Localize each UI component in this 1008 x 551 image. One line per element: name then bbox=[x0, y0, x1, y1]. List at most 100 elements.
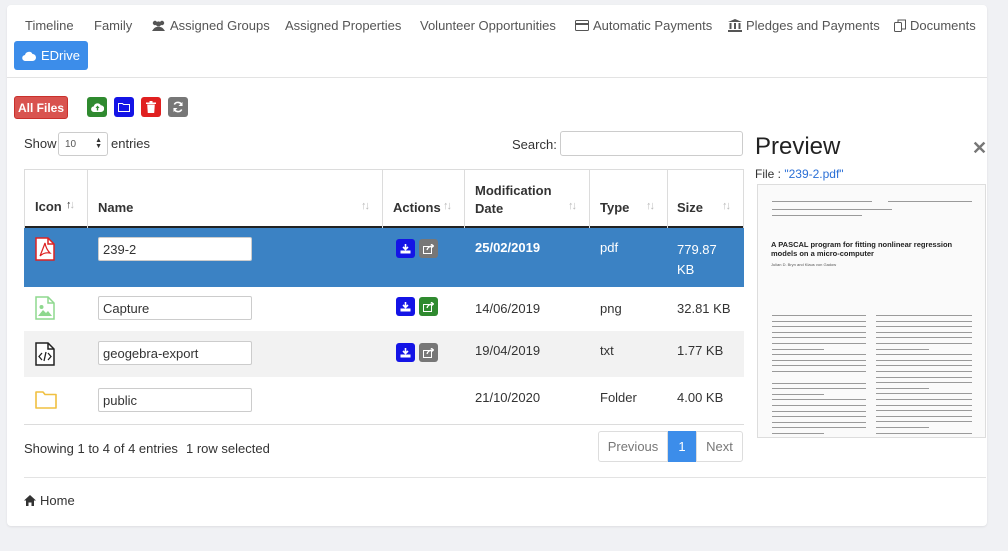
doc-line bbox=[876, 427, 929, 428]
doc-line bbox=[876, 315, 972, 316]
date-cell: 19/04/2019 bbox=[475, 343, 541, 358]
file-link[interactable]: "239-2.pdf" bbox=[784, 167, 843, 181]
table-row[interactable]: geogebra-export 19/04/2019 txt 1.77 KB bbox=[24, 331, 744, 377]
previous-button[interactable]: Previous bbox=[598, 431, 668, 462]
type-cell: png bbox=[600, 301, 622, 316]
close-icon[interactable]: ✕ bbox=[972, 138, 987, 159]
tab-assigned-properties[interactable]: Assigned Properties bbox=[285, 18, 401, 33]
table-border bbox=[24, 424, 744, 425]
download-button[interactable] bbox=[396, 343, 415, 362]
header-name[interactable]: Name bbox=[98, 200, 133, 215]
tab-automatic-payments[interactable]: Automatic Payments bbox=[575, 18, 712, 33]
tab-family[interactable]: Family bbox=[94, 18, 132, 33]
upload-button[interactable] bbox=[87, 97, 107, 117]
doc-line bbox=[876, 410, 972, 412]
name-input[interactable]: 239-2 bbox=[98, 237, 252, 261]
doc-line bbox=[772, 365, 866, 367]
download-icon bbox=[400, 347, 411, 357]
share-button[interactable] bbox=[419, 239, 438, 258]
doc-line bbox=[876, 326, 972, 328]
download-icon bbox=[400, 243, 411, 253]
home-icon bbox=[24, 495, 36, 506]
refresh-icon bbox=[173, 101, 183, 113]
folder-icon bbox=[35, 391, 57, 409]
sort-icon[interactable]: ↑↓ bbox=[568, 200, 577, 212]
header-type[interactable]: Type bbox=[600, 200, 629, 215]
sort-icon[interactable]: ↑↓ bbox=[443, 200, 452, 212]
preview-file-info: File : "239-2.pdf" bbox=[755, 167, 844, 181]
sort-icon[interactable]: ↑↓ bbox=[646, 200, 655, 212]
doc-line bbox=[772, 382, 866, 384]
tab-documents[interactable]: Documents bbox=[894, 18, 976, 33]
doc-line bbox=[772, 421, 866, 423]
date-cell: 14/06/2019 bbox=[475, 301, 541, 316]
download-button[interactable] bbox=[396, 297, 415, 316]
name-input[interactable]: Capture bbox=[98, 296, 252, 320]
name-input[interactable]: public bbox=[98, 388, 252, 412]
entries-value: 10 bbox=[65, 138, 77, 150]
doc-line bbox=[876, 331, 972, 333]
table-row[interactable]: 239-2 25/02/2019 pdf 779.87 KB bbox=[24, 228, 744, 287]
doc-line bbox=[772, 399, 866, 401]
sort-icon[interactable]: ↑↓ bbox=[722, 200, 731, 212]
search-label: Search: bbox=[512, 137, 557, 152]
doc-line bbox=[772, 388, 866, 390]
doc-line bbox=[772, 331, 866, 333]
doc-authors: Julian D. Bryn and Klaus von Gadow bbox=[771, 262, 837, 267]
preview-title: Preview bbox=[755, 133, 841, 160]
doc-line bbox=[876, 415, 972, 417]
share-icon bbox=[423, 347, 434, 358]
refresh-button[interactable] bbox=[168, 97, 188, 117]
tab-label: EDrive bbox=[40, 48, 80, 63]
doc-line bbox=[876, 387, 929, 389]
size-cell: 779.87 KB bbox=[677, 242, 717, 277]
name-input[interactable]: geogebra-export bbox=[98, 341, 252, 365]
breadcrumb[interactable]: Home bbox=[24, 493, 75, 508]
show-label: Show bbox=[24, 136, 57, 151]
next-button[interactable]: Next bbox=[696, 431, 743, 462]
header-size[interactable]: Size bbox=[677, 200, 703, 215]
table-border bbox=[24, 169, 744, 170]
delete-button[interactable] bbox=[141, 97, 161, 117]
share-button[interactable] bbox=[419, 297, 438, 316]
tab-volunteer-opportunities[interactable]: Volunteer Opportunities bbox=[420, 18, 556, 33]
doc-line bbox=[772, 343, 866, 344]
pdf-preview[interactable]: A PASCAL program for fitting nonlinear r… bbox=[757, 184, 986, 438]
tab-label: Assigned Properties bbox=[285, 18, 402, 33]
download-icon bbox=[400, 301, 411, 311]
table-row[interactable]: public 21/10/2020 Folder 4.00 KB bbox=[24, 377, 744, 424]
image-file-icon bbox=[35, 296, 55, 320]
all-files-button[interactable]: All Files bbox=[14, 96, 68, 119]
doc-line bbox=[876, 382, 972, 384]
page-1-button[interactable]: 1 bbox=[668, 431, 696, 462]
tab-pledges-and-payments[interactable]: Pledges and Payments bbox=[728, 18, 880, 33]
doc-line bbox=[876, 365, 972, 367]
header-modification-date[interactable]: Modification Date bbox=[475, 182, 565, 218]
entries-label: entries bbox=[111, 136, 151, 151]
sort-icon[interactable]: ↑↓ bbox=[361, 200, 370, 212]
doc-line bbox=[772, 337, 866, 339]
header-icon[interactable]: Icon bbox=[35, 199, 62, 214]
new-folder-button[interactable] bbox=[114, 97, 134, 117]
tab-edrive[interactable]: EDrive bbox=[14, 41, 88, 70]
tab-label: Volunteer Opportunities bbox=[420, 18, 556, 33]
tab-timeline[interactable]: Timeline bbox=[25, 18, 74, 33]
tab-assigned-groups[interactable]: Assigned Groups bbox=[151, 18, 270, 33]
doc-line bbox=[772, 348, 824, 350]
table-row[interactable]: Capture 14/06/2019 png 32.81 KB bbox=[24, 287, 744, 331]
credit-card-icon bbox=[575, 20, 589, 31]
doc-line bbox=[876, 432, 972, 434]
doc-line bbox=[876, 371, 972, 372]
entries-select[interactable]: 10 ▲ ▼ bbox=[58, 132, 108, 156]
cloud-icon bbox=[22, 51, 36, 61]
copy-icon bbox=[894, 19, 906, 32]
folder-icon bbox=[118, 103, 130, 112]
sort-asc-icon[interactable]: ↑↓ bbox=[66, 199, 75, 211]
download-button[interactable] bbox=[396, 239, 415, 258]
type-cell: Folder bbox=[600, 390, 637, 405]
share-button[interactable] bbox=[419, 343, 438, 362]
search-input[interactable] bbox=[560, 131, 743, 156]
pdf-file-icon bbox=[35, 237, 55, 261]
showing-info: Showing 1 to 4 of 4 entries bbox=[24, 441, 178, 456]
header-actions[interactable]: Actions bbox=[393, 200, 441, 215]
